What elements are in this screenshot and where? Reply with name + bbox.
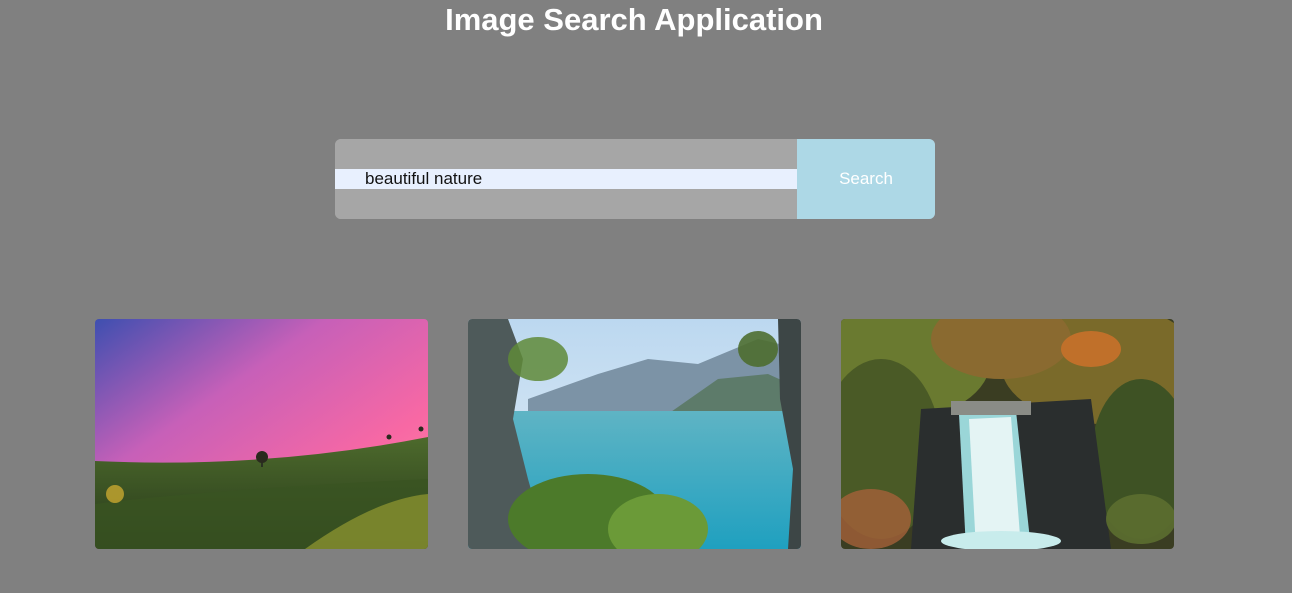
pink-sky-hill-image: [95, 319, 428, 549]
app-root: Image Search Application Search: [0, 0, 1292, 593]
result-image-card[interactable]: [95, 319, 428, 549]
search-input[interactable]: [335, 169, 797, 189]
mountain-lake-image: [468, 319, 801, 549]
search-bar: Search: [335, 139, 935, 219]
waterfall-forest-image: [841, 319, 1174, 549]
result-image-card[interactable]: [841, 319, 1174, 549]
search-field-container[interactable]: [335, 139, 797, 219]
page-title: Image Search Application: [445, 2, 823, 37]
results-grid: [95, 319, 1174, 549]
search-button[interactable]: Search: [797, 139, 935, 219]
result-image-card[interactable]: [468, 319, 801, 549]
